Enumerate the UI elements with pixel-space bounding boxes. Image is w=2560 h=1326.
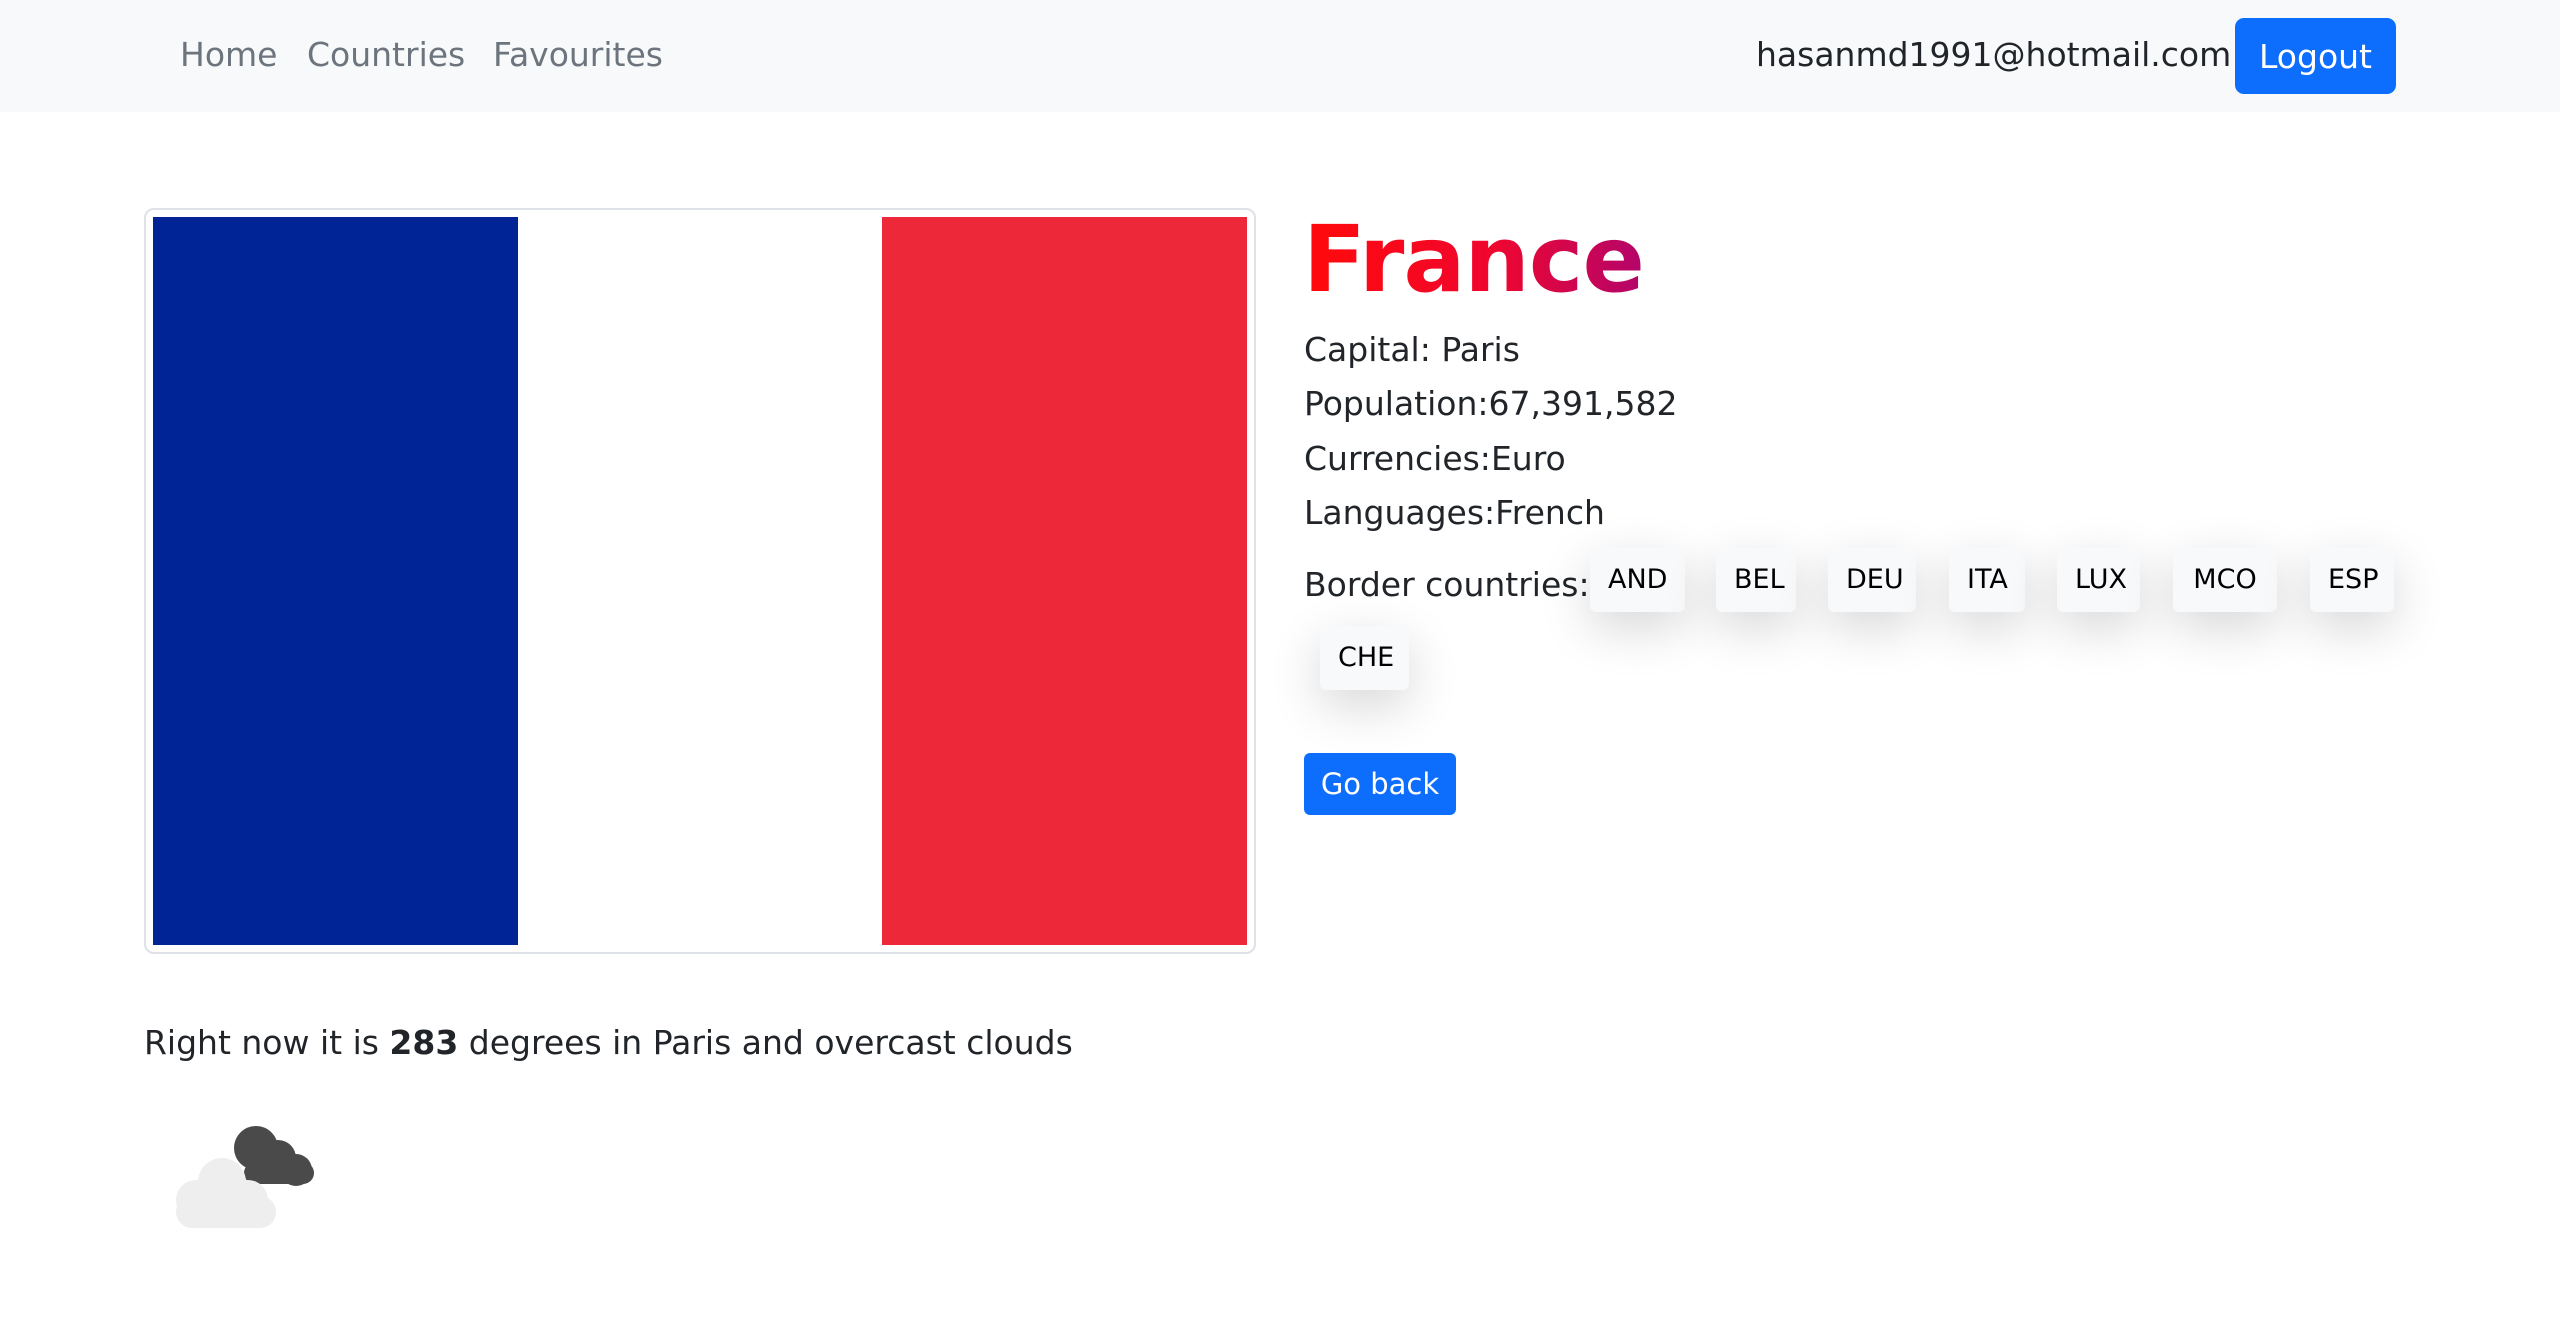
border-country-chip[interactable]: MCO bbox=[2173, 548, 2277, 612]
weather-prefix: Right now it is bbox=[144, 1023, 390, 1062]
currencies-line: Currencies:Euro bbox=[1304, 437, 1566, 481]
flag-stripe-blue bbox=[153, 217, 518, 945]
flag-stripe-white bbox=[517, 217, 883, 945]
weather-middle: degrees in bbox=[458, 1023, 653, 1062]
border-country-chip[interactable]: CHE bbox=[1320, 626, 1409, 690]
currencies-label: Currencies: bbox=[1304, 439, 1491, 478]
border-country-chip[interactable]: DEU bbox=[1828, 548, 1916, 612]
weather-temperature: 283 bbox=[389, 1023, 459, 1062]
border-countries-label: Border countries: bbox=[1304, 565, 1590, 604]
country-name: France bbox=[1303, 200, 1645, 320]
capital-value: Paris bbox=[1441, 330, 1520, 369]
nav-countries-link[interactable]: Countries bbox=[307, 34, 465, 76]
user-email: hasanmd1991@hotmail.com bbox=[1756, 35, 2232, 74]
go-back-button[interactable]: Go back bbox=[1304, 753, 1456, 815]
languages-value: French bbox=[1495, 493, 1605, 532]
border-country-chip[interactable]: LUX bbox=[2057, 548, 2140, 612]
weather-description: overcast clouds bbox=[814, 1023, 1073, 1062]
flag-stripe-red bbox=[882, 217, 1248, 945]
overcast-clouds-icon bbox=[160, 1100, 340, 1240]
border-country-chip[interactable]: AND bbox=[1590, 548, 1685, 612]
weather-city: Paris bbox=[652, 1023, 732, 1062]
population-line: Population:67,391,582 bbox=[1304, 382, 1677, 426]
border-country-chip[interactable]: BEL bbox=[1716, 548, 1796, 612]
country-flag bbox=[153, 217, 1248, 945]
weather-connector: and bbox=[731, 1023, 815, 1062]
capital-label: Capital: bbox=[1304, 330, 1442, 369]
languages-label: Languages: bbox=[1304, 493, 1496, 532]
languages-line: Languages:French bbox=[1304, 491, 1605, 535]
weather-summary: Right now it is 283 degrees in Paris and… bbox=[144, 1021, 1073, 1065]
navbar: Home Countries Favourites hasanmd1991@ho… bbox=[0, 0, 2560, 112]
population-label: Population: bbox=[1304, 384, 1489, 423]
currencies-value: Euro bbox=[1490, 439, 1566, 478]
border-country-chip[interactable]: ITA bbox=[1949, 548, 2025, 612]
logout-button[interactable]: Logout bbox=[2235, 18, 2396, 94]
nav-favourites-link[interactable]: Favourites bbox=[493, 34, 663, 76]
population-value: 67,391,582 bbox=[1488, 384, 1678, 423]
flag-image-frame bbox=[144, 208, 1256, 954]
nav-home-link[interactable]: Home bbox=[180, 34, 277, 76]
capital-line: Capital: Paris bbox=[1304, 328, 1520, 372]
border-country-chip[interactable]: ESP bbox=[2310, 548, 2394, 612]
